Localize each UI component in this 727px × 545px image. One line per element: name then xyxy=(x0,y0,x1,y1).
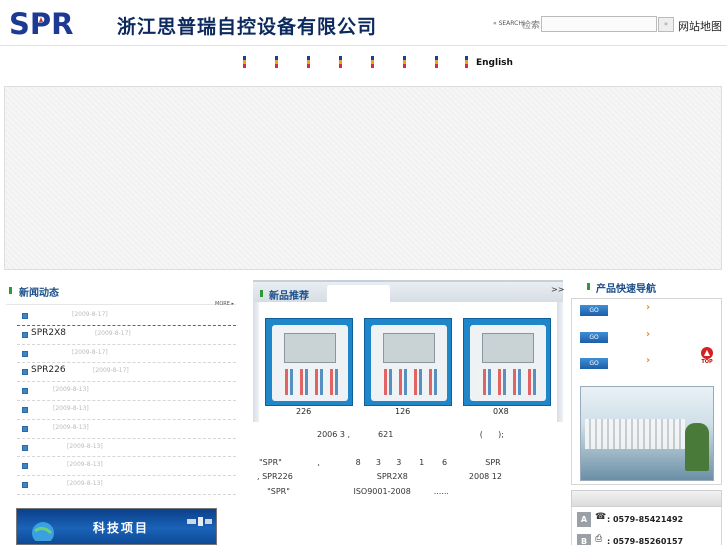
product-image[interactable] xyxy=(364,318,452,406)
news-item[interactable]: [2009-8-17] xyxy=(17,307,236,326)
search-input[interactable] xyxy=(541,16,657,32)
nav-item-4[interactable] xyxy=(339,56,342,68)
news-item[interactable]: [2009-8-13] xyxy=(17,476,236,495)
bullet-icon xyxy=(22,350,28,357)
phone-icon: ☎ xyxy=(595,512,607,522)
contact-badge: A xyxy=(577,512,591,527)
news-item[interactable]: SPR2X8 [2009-8-17] xyxy=(17,326,236,345)
product-image[interactable] xyxy=(463,318,551,406)
bullet-icon xyxy=(22,388,28,395)
bullet-icon xyxy=(22,331,28,338)
nav-item-5[interactable] xyxy=(371,56,374,68)
products-right-edge xyxy=(557,302,563,422)
controller-device xyxy=(272,325,348,401)
chevron-right-icon: › xyxy=(646,302,651,313)
news-item[interactable]: [2009-8-13] xyxy=(17,382,236,401)
search-submit-button[interactable]: » xyxy=(658,17,674,32)
bullet-icon xyxy=(22,313,28,319)
arrow-up-icon: ▲ xyxy=(701,347,713,359)
go-button[interactable]: GO xyxy=(580,332,608,343)
nav-item-2[interactable] xyxy=(275,56,278,68)
satellite-icon xyxy=(187,517,212,526)
product-name[interactable]: 126 xyxy=(395,407,410,416)
news-underline xyxy=(6,304,236,305)
bullet-icon xyxy=(22,463,28,470)
news-item[interactable]: [2009-8-13] xyxy=(17,420,236,439)
nav-item-english-marker xyxy=(465,56,468,68)
fax-number: : 0579-85260157 xyxy=(607,537,684,545)
nav-divider xyxy=(0,45,727,46)
company-name: 浙江思普瑞自控设备有限公司 xyxy=(117,16,378,38)
go-button[interactable]: GO xyxy=(580,305,608,316)
company-intro-line: "SPR" ISO9001-2008 ...... xyxy=(262,487,449,496)
factory-photo xyxy=(580,386,714,481)
products-tab[interactable] xyxy=(327,285,390,302)
controller-device xyxy=(371,325,447,401)
news-item[interactable]: [2009-8-13] xyxy=(17,457,236,477)
product-image[interactable] xyxy=(265,318,353,406)
fax-icon: ⎙ xyxy=(595,534,603,544)
back-to-top-button[interactable]: ▲ TOP xyxy=(698,347,716,367)
logo-text: SPR xyxy=(9,9,73,37)
phone-number: : 0579-85421492 xyxy=(607,515,684,524)
search-label: « SEARCH xyxy=(493,20,523,27)
bullet-icon xyxy=(22,425,28,432)
quicknav-title-marker xyxy=(587,283,590,290)
news-list: [2009-8-17] SPR2X8 [2009-8-17] [2009-8-17… xyxy=(17,307,236,495)
bullet-icon xyxy=(22,369,28,376)
go-button[interactable]: GO xyxy=(580,358,608,369)
news-item[interactable]: SPR226 [2009-8-17] xyxy=(17,363,236,383)
bullet-icon xyxy=(22,482,28,489)
product-name[interactable]: 226 xyxy=(296,407,311,416)
search-word-label: 检索 xyxy=(522,21,541,31)
contact-header xyxy=(571,490,722,507)
spr-logo[interactable]: SPR xyxy=(8,9,95,37)
nav-english-link[interactable]: English xyxy=(476,58,513,68)
news-title-marker xyxy=(9,287,12,294)
news-item[interactable]: [2009-8-13] xyxy=(17,439,236,458)
tech-project-label: 科技项目 xyxy=(93,521,150,535)
tech-project-banner[interactable]: 科技项目 xyxy=(16,508,217,545)
sitemap-link[interactable]: 网站地图 xyxy=(678,18,722,34)
controller-device xyxy=(470,325,546,401)
company-intro-line: 2006 3 , 621 ( ); xyxy=(317,430,504,439)
company-intro-line: "SPR" , 8 3 3 1 6 SPR xyxy=(259,458,501,467)
nav-item-6[interactable] xyxy=(403,56,406,68)
nav-item-7[interactable] xyxy=(435,56,438,68)
products-left-edge xyxy=(253,302,259,422)
chevron-right-icon: › xyxy=(646,329,651,340)
bullet-icon xyxy=(22,444,28,451)
hero-banner xyxy=(4,86,722,270)
products-section-title: 新品推荐 xyxy=(269,291,309,302)
quicknav-section-title: 产品快速导航 xyxy=(596,284,656,295)
product-name[interactable]: 0X8 xyxy=(493,407,509,416)
news-section-title: 新闻动态 xyxy=(19,288,59,299)
nav-item-3[interactable] xyxy=(307,56,310,68)
products-more-arrows[interactable]: >> xyxy=(551,285,564,294)
nav-item-1[interactable] xyxy=(243,56,246,68)
news-item[interactable]: [2009-8-17] xyxy=(17,345,236,364)
products-title-marker xyxy=(260,290,263,297)
chevron-right-icon: › xyxy=(646,355,651,366)
contact-badge: B xyxy=(577,534,591,545)
globe-icon xyxy=(32,522,54,541)
news-item[interactable]: [2009-8-13] xyxy=(17,401,236,420)
company-intro-line: , SPR226 SPR2X8 2008 12 xyxy=(257,472,502,481)
bullet-icon xyxy=(22,406,28,413)
